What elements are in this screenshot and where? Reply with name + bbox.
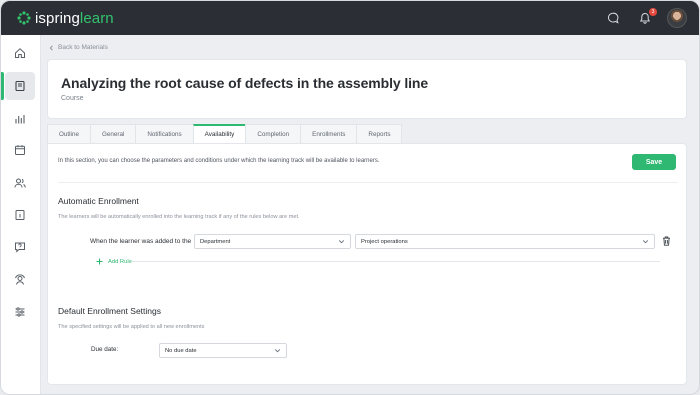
chat-icon[interactable] bbox=[603, 8, 623, 28]
avatar[interactable] bbox=[667, 8, 687, 28]
sidebar-item-content[interactable] bbox=[1, 72, 35, 100]
back-to-materials-link[interactable]: Back to Materials bbox=[58, 44, 108, 51]
home-icon bbox=[15, 48, 25, 58]
auto-enrollment-desc: The learners will be automatically enrol… bbox=[58, 214, 300, 220]
plus-icon bbox=[96, 258, 103, 265]
auto-enrollment-title: Automatic Enrollment bbox=[58, 196, 139, 206]
course-type-label: Course bbox=[61, 95, 84, 102]
divider bbox=[58, 182, 678, 183]
logo-text-main: ispring bbox=[35, 9, 80, 27]
notification-badge: 3 bbox=[649, 8, 657, 16]
tab-outline[interactable]: Outline bbox=[47, 124, 91, 143]
tab-bar: Outline General Notifications Availabili… bbox=[47, 124, 403, 143]
add-rule-button[interactable]: Add Rule bbox=[96, 258, 132, 265]
tab-availability[interactable]: Availability bbox=[192, 124, 247, 143]
sidebar-item-reports[interactable] bbox=[5, 105, 35, 133]
sidebar bbox=[1, 35, 41, 394]
tab-completion[interactable]: Completion bbox=[245, 124, 302, 143]
app-window: ispringlearn 3 Back to Materials Analyzi… bbox=[0, 0, 700, 395]
top-bar: ispringlearn 3 bbox=[1, 1, 699, 35]
default-enrollment-desc: The specified settings will be applied t… bbox=[58, 324, 205, 330]
trash-icon[interactable] bbox=[662, 236, 671, 246]
add-rule-label: Add Rule bbox=[108, 258, 132, 265]
help-icon bbox=[15, 242, 25, 253]
chevron-down-icon bbox=[274, 349, 281, 353]
chevron-left-icon bbox=[49, 44, 53, 51]
page-title: Analyzing the root cause of defects in t… bbox=[61, 75, 429, 91]
logo-icon bbox=[17, 11, 31, 25]
rule-condition-label: When the learner was added to the bbox=[90, 238, 192, 245]
sliders-icon bbox=[15, 307, 25, 317]
course-header: Analyzing the root cause of defects in t… bbox=[47, 59, 687, 119]
chevron-down-icon bbox=[642, 240, 649, 244]
chevron-down-icon bbox=[338, 240, 345, 244]
due-date-value: No due date bbox=[165, 347, 197, 354]
sidebar-item-users[interactable] bbox=[5, 169, 35, 197]
sidebar-item-calendar[interactable] bbox=[5, 136, 35, 164]
rule-field-value: Department bbox=[200, 238, 231, 245]
info-book-icon bbox=[15, 210, 25, 220]
save-button[interactable]: Save bbox=[632, 154, 676, 170]
rule-separator bbox=[132, 261, 660, 262]
users-icon bbox=[14, 178, 26, 188]
rule-target-select[interactable]: Project operations bbox=[355, 234, 655, 249]
notifications-button[interactable]: 3 bbox=[635, 8, 657, 28]
sidebar-item-help[interactable] bbox=[5, 233, 35, 261]
calendar-icon bbox=[15, 145, 25, 155]
due-date-select[interactable]: No due date bbox=[159, 343, 287, 358]
sidebar-item-coaching[interactable] bbox=[5, 266, 35, 294]
tab-enrollments[interactable]: Enrollments bbox=[300, 124, 358, 143]
sidebar-item-settings[interactable] bbox=[5, 298, 35, 326]
logo[interactable]: ispringlearn bbox=[17, 9, 114, 27]
rule-field-select[interactable]: Department bbox=[194, 234, 351, 249]
due-date-label: Due date: bbox=[91, 346, 119, 353]
availability-intro: In this section, you can choose the para… bbox=[58, 158, 380, 164]
book-icon bbox=[15, 80, 25, 92]
tab-general[interactable]: General bbox=[89, 124, 137, 143]
breadcrumb[interactable]: Back to Materials bbox=[49, 44, 108, 51]
logo-text-accent: learn bbox=[79, 9, 114, 27]
rule-target-value: Project operations bbox=[361, 238, 408, 245]
sidebar-item-home[interactable] bbox=[5, 39, 35, 67]
tab-reports[interactable]: Reports bbox=[356, 124, 403, 143]
coaching-icon bbox=[15, 274, 25, 285]
bar-chart-icon bbox=[15, 115, 25, 124]
sidebar-item-info[interactable] bbox=[5, 201, 35, 229]
availability-panel: In this section, you can choose the para… bbox=[47, 143, 687, 385]
tab-notifications[interactable]: Notifications bbox=[135, 124, 194, 143]
default-enrollment-title: Default Enrollment Settings bbox=[58, 306, 161, 316]
